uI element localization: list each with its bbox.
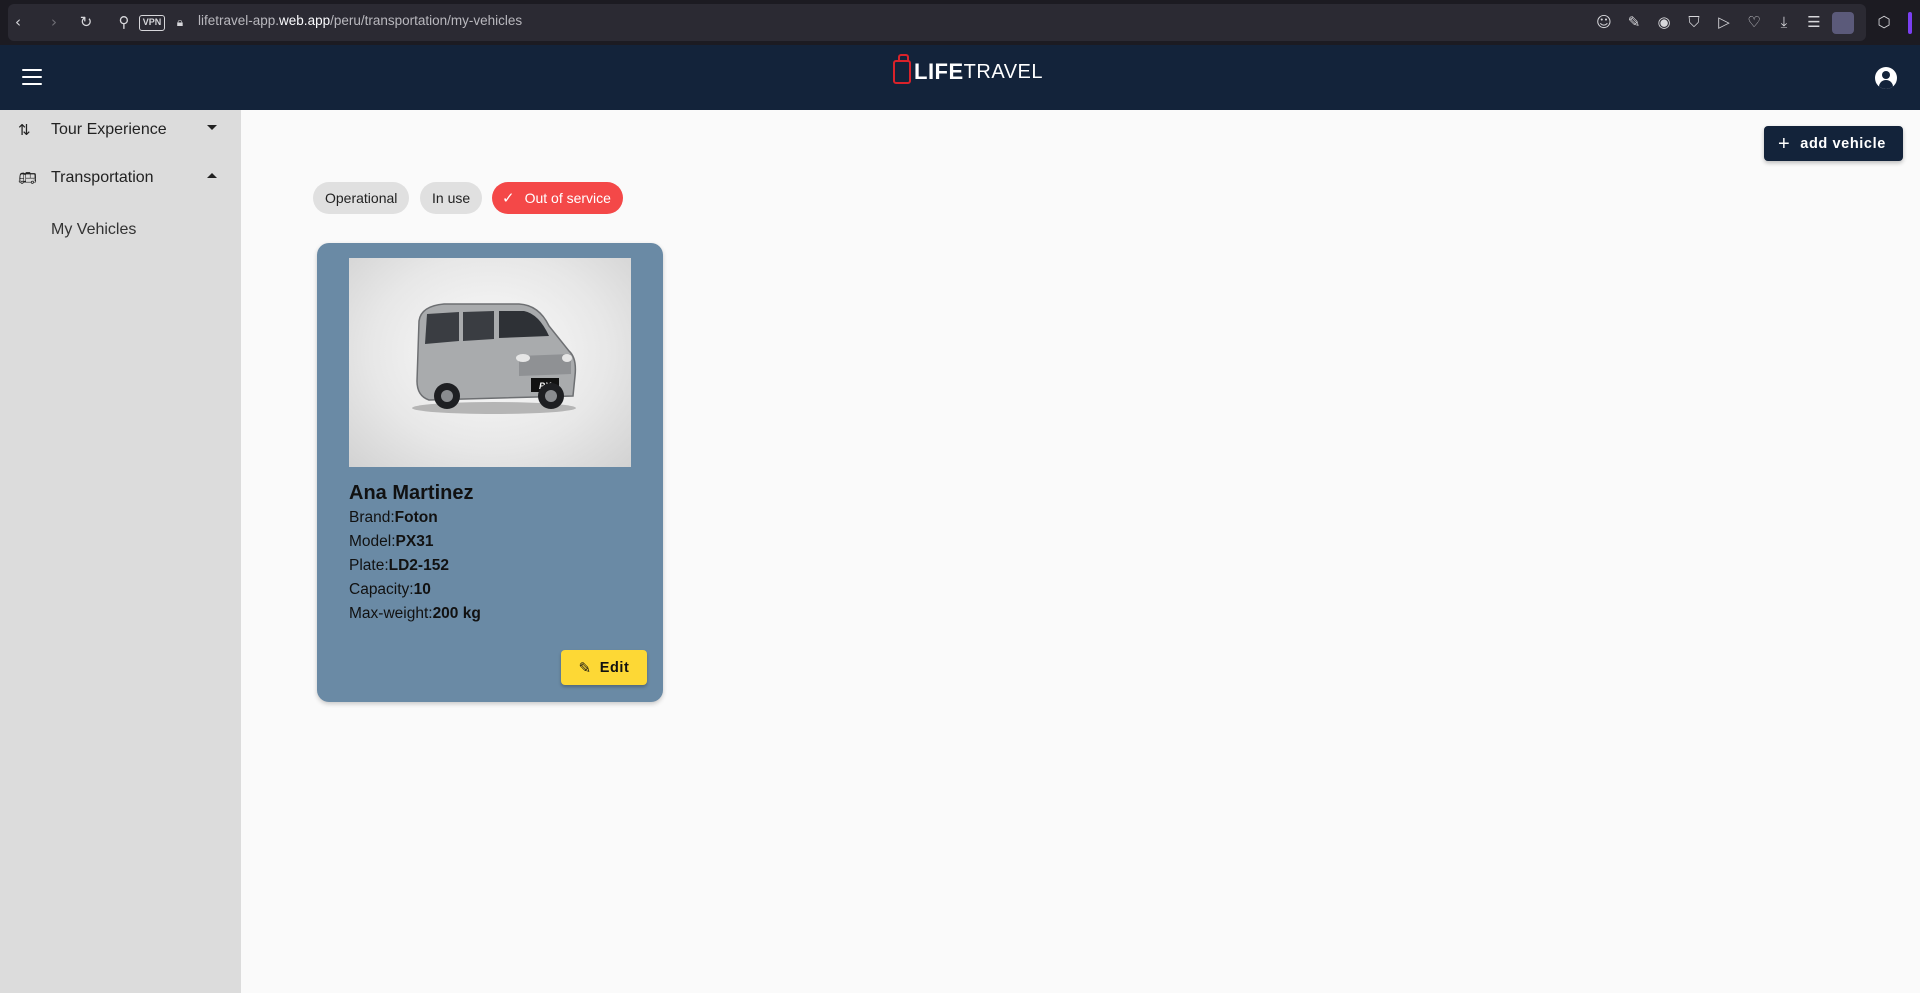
camera-icon[interactable]: ◉ [1654, 12, 1674, 32]
add-vehicle-button[interactable]: + add vehicle [1764, 126, 1903, 161]
lock-icon: 🔒︎ [176, 15, 184, 29]
app-header: LIFE TRAVEL [0, 45, 1920, 110]
extensions-area: ⬡ [1872, 0, 1920, 45]
url-text[interactable]: lifetravel-app.web.app/peru/transportati… [198, 13, 522, 28]
vehicle-plate: Plate:LD2-152 [349, 557, 449, 574]
edit-page-icon[interactable]: ✎ [1624, 12, 1644, 32]
edit-vehicle-button[interactable]: ✎ Edit [561, 650, 647, 685]
profile-icon[interactable] [1832, 12, 1854, 34]
filter-chip-out-of-service[interactable]: ✓ Out of service [492, 182, 623, 214]
sidebar-indicator [1908, 12, 1912, 34]
menu-icon[interactable] [22, 69, 42, 85]
reload-icon[interactable]: ↻ [76, 12, 96, 32]
filter-chip-in-use[interactable]: In use [420, 182, 483, 214]
vehicle-image: PX [349, 258, 631, 467]
sidebar: ⇅ Tour Experience 🚌︎ Transportation My V… [0, 110, 241, 993]
settings-sliders-icon[interactable]: ☰ [1804, 12, 1824, 32]
account-circle-icon[interactable] [1875, 67, 1897, 89]
sidebar-subitem-my-vehicles[interactable]: My Vehicles [51, 221, 136, 239]
download-icon[interactable]: ⤓ [1774, 12, 1794, 32]
extension-cube-icon[interactable]: ⬡ [1874, 12, 1894, 32]
plus-icon: + [1778, 132, 1791, 155]
check-icon: ✓ [502, 189, 515, 207]
chevron-up-icon [207, 173, 217, 178]
vpn-badge[interactable]: VPN [139, 15, 165, 31]
browser-toolbar: ‹ › ↻ ⚲ VPN 🔒︎ lifetravel-app.web.app/pe… [0, 0, 1920, 45]
forward-icon[interactable]: › [44, 12, 64, 32]
sidebar-item-tour-experience[interactable]: ⇅ Tour Experience [0, 110, 241, 150]
bus-icon: 🚌︎ [18, 169, 38, 187]
sidebar-item-label: Transportation [51, 169, 154, 186]
vehicle-owner-name: Ana Martinez [349, 482, 474, 504]
back-icon[interactable]: ‹ [8, 12, 28, 32]
pencil-icon: ✎ [578, 658, 592, 677]
route-icon: ⇅ [18, 121, 31, 139]
lifetravel-logo: LIFE TRAVEL [893, 54, 1043, 87]
vehicle-brand: Brand:Foton [349, 509, 438, 526]
luggage-icon [893, 54, 911, 84]
shield-icon[interactable]: ⛉ [1684, 12, 1704, 32]
emoji-icon[interactable]: ☺ [1594, 12, 1614, 32]
van-illustration: PX [412, 303, 577, 414]
vehicle-model: Model:PX31 [349, 533, 434, 550]
vehicle-max-weight: Max-weight:200 kg [349, 605, 481, 622]
play-icon[interactable]: ▷ [1714, 12, 1734, 32]
filter-chip-operational[interactable]: Operational [313, 182, 410, 214]
heart-icon[interactable]: ♡ [1744, 12, 1764, 32]
sidebar-item-transportation[interactable]: 🚌︎ Transportation [0, 158, 241, 198]
vehicle-card: PX Ana Martinez Brand:Foton Model:PX31 P… [317, 243, 663, 702]
vehicle-capacity: Capacity:10 [349, 581, 431, 598]
chevron-down-icon [207, 125, 217, 130]
sidebar-item-label: Tour Experience [51, 121, 167, 138]
site-info-icon[interactable]: ⚲ [114, 12, 134, 32]
